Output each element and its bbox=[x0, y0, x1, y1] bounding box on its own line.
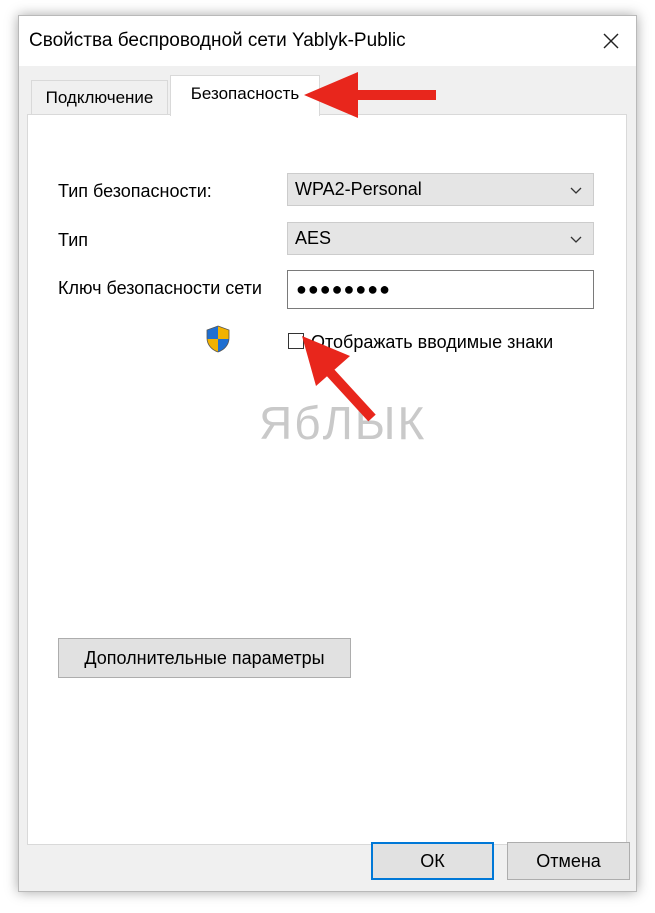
security-type-label: Тип безопасности: bbox=[58, 181, 212, 201]
tab-security[interactable]: Безопасность bbox=[170, 75, 320, 116]
network-key-value: ●●●●●●●● bbox=[296, 279, 391, 299]
chevron-down-icon bbox=[570, 236, 582, 243]
title-bar: Свойства беспроводной сети Yablyk-Public bbox=[19, 16, 636, 66]
encryption-type-label: Тип bbox=[58, 230, 89, 250]
ok-label: ОК bbox=[420, 850, 445, 871]
encryption-type-select[interactable]: AES bbox=[287, 222, 594, 255]
advanced-settings-button[interactable]: Дополнительные параметры bbox=[58, 638, 351, 678]
advanced-settings-label: Дополнительные параметры bbox=[84, 647, 325, 668]
tab-connection-label: Подключение bbox=[45, 88, 154, 107]
close-icon bbox=[603, 33, 619, 49]
close-button[interactable] bbox=[586, 16, 636, 66]
security-type-select[interactable]: WPA2-Personal bbox=[287, 173, 594, 206]
chevron-down-icon bbox=[570, 187, 582, 194]
uac-shield-icon bbox=[206, 325, 230, 353]
network-key-input[interactable]: ●●●●●●●● bbox=[287, 270, 594, 309]
annotation-arrow-checkbox bbox=[302, 336, 376, 422]
cancel-button[interactable]: Отмена bbox=[507, 842, 630, 880]
tab-security-label: Безопасность bbox=[190, 84, 300, 103]
dialog-window: Свойства беспроводной сети Yablyk-Public… bbox=[18, 15, 637, 892]
encryption-type-value: AES bbox=[295, 228, 332, 248]
annotation-arrow-tab bbox=[304, 72, 436, 118]
ok-button[interactable]: ОК bbox=[371, 842, 494, 880]
cancel-label: Отмена bbox=[536, 850, 601, 871]
network-key-label: Ключ безопасности сети bbox=[58, 278, 262, 298]
tab-connection[interactable]: Подключение bbox=[31, 80, 168, 115]
security-type-value: WPA2-Personal bbox=[295, 179, 422, 199]
window-title: Свойства беспроводной сети Yablyk-Public bbox=[29, 30, 406, 51]
